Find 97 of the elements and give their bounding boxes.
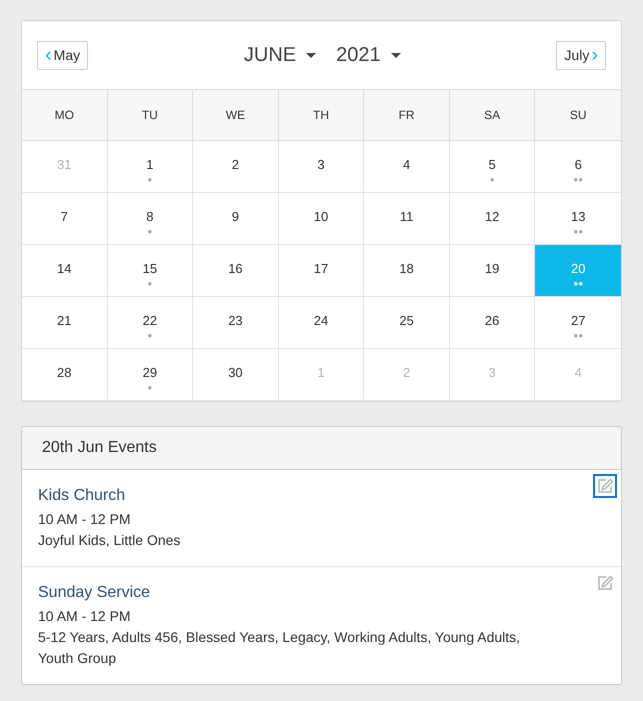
day-cell[interactable]: 14 — [22, 245, 108, 297]
day-number: 25 — [399, 313, 414, 329]
day-cell[interactable]: 27 ●● — [535, 297, 621, 349]
day-number: 15 — [142, 261, 158, 277]
weekday-header: TU — [108, 90, 194, 141]
day-cell[interactable]: 1 ● — [108, 141, 194, 193]
event-dots: ● — [147, 384, 152, 392]
day-cell[interactable]: 22 ● — [108, 297, 194, 349]
event-time: 10 AM - 12 PM — [38, 510, 132, 529]
day-number: 18 — [399, 261, 414, 277]
day-number: 12 — [484, 209, 500, 225]
caret-icon — [390, 52, 401, 58]
day-cell[interactable]: 12 — [450, 193, 536, 245]
day-number: 8 — [146, 209, 154, 225]
event-dots: ● — [147, 332, 152, 340]
day-number: 3 — [317, 157, 325, 173]
year-dropdown[interactable]: 2021 — [326, 40, 411, 70]
day-cell[interactable]: 30 — [193, 349, 279, 401]
day-number: 2 — [402, 365, 410, 381]
event-dots: ● — [147, 228, 152, 236]
day-cell[interactable]: 11 — [364, 193, 450, 245]
weekday-header: SA — [450, 90, 536, 141]
day-number: 31 — [57, 157, 72, 173]
day-number: 24 — [314, 313, 328, 329]
weekday-header: MO — [22, 90, 108, 141]
weekday-header: TH — [278, 90, 364, 141]
day-cell[interactable]: 25 — [364, 297, 450, 349]
day-number: 2 — [232, 157, 240, 173]
event-title: Sunday Service — [38, 583, 152, 603]
day-number: 30 — [228, 365, 243, 381]
day-number: 26 — [484, 313, 500, 329]
weekday-header: WE — [193, 90, 279, 141]
day-cell[interactable]: 7 — [22, 193, 108, 245]
edit-icon — [596, 478, 614, 494]
day-number: 1 — [317, 365, 325, 381]
day-cell[interactable]: 2 — [193, 141, 279, 193]
event-dots: ●● — [573, 280, 584, 288]
day-number: 7 — [60, 209, 68, 225]
event-dots: ● — [147, 176, 152, 184]
day-cell[interactable]: 28 — [22, 349, 108, 401]
day-cell[interactable]: 18 — [364, 245, 450, 297]
day-cell[interactable]: 6 ●● — [535, 141, 621, 193]
day-number: 9 — [232, 209, 240, 225]
day-number: 20 — [570, 261, 586, 277]
day-number: 17 — [314, 261, 328, 277]
day-number: 13 — [570, 209, 586, 225]
day-cell[interactable]: 15 ● — [108, 245, 194, 297]
event-dots: ● — [147, 280, 152, 288]
day-cell[interactable]: 9 — [193, 193, 279, 245]
day-cell[interactable]: 26 — [450, 297, 536, 349]
edit-icon — [596, 575, 614, 591]
day-cell[interactable]: 4 — [364, 141, 450, 193]
caret-icon — [306, 52, 316, 58]
day-number: 10 — [314, 209, 328, 225]
day-number: 21 — [57, 313, 72, 329]
day-cell[interactable]: 24 — [278, 297, 364, 349]
chevron-icon: › — [591, 45, 598, 65]
event-groups: 5-12 Years, Adults 456, Blessed Years, Legacy, Working Adults, Young Adults, Youth Group — [38, 627, 605, 669]
day-number: 5 — [488, 157, 496, 173]
event-dots: ●● — [573, 228, 584, 236]
event-groups: Joyful Kids, Little Ones — [38, 530, 605, 551]
event-title: Kids Church — [38, 486, 126, 506]
day-cell[interactable]: 10 — [278, 193, 364, 245]
next-month-button[interactable]: July› — [556, 40, 606, 70]
day-number: 23 — [228, 313, 243, 329]
weekday-header: FR — [364, 90, 450, 141]
day-number: 16 — [228, 261, 243, 277]
day-number: 1 — [146, 157, 154, 173]
day-number: 3 — [488, 365, 496, 381]
event-dots: ●● — [573, 332, 584, 340]
day-cell[interactable]: 3 — [278, 141, 364, 193]
day-number: 27 — [570, 313, 586, 329]
day-cell[interactable]: 8 ● — [108, 193, 194, 245]
event-dots: ●● — [573, 176, 584, 184]
day-number: 22 — [142, 313, 158, 329]
day-number: 19 — [484, 261, 500, 277]
events-header: 20th Jun Events — [22, 427, 621, 470]
day-cell[interactable]: 5 ● — [450, 141, 536, 193]
weekday-header: SU — [535, 90, 621, 141]
edit-button[interactable] — [593, 474, 617, 498]
day-number: 28 — [57, 365, 72, 381]
day-number: 14 — [57, 261, 72, 277]
chevron-icon: ‹ — [45, 45, 52, 65]
day-number: 6 — [574, 157, 582, 173]
day-cell[interactable]: 21 — [22, 297, 108, 349]
day-cell[interactable]: 16 — [193, 245, 279, 297]
day-number: 4 — [574, 365, 582, 381]
day-number: 4 — [402, 157, 410, 173]
day-cell[interactable]: 23 — [193, 297, 279, 349]
day-cell[interactable]: 17 — [278, 245, 364, 297]
day-number: 29 — [142, 365, 158, 381]
event-time: 10 AM - 12 PM — [38, 607, 132, 626]
month-dropdown[interactable]: JUNE — [234, 40, 326, 70]
day-number: 11 — [400, 209, 414, 225]
event-dots: ● — [490, 176, 495, 184]
day-cell[interactable]: 29 ● — [108, 349, 194, 401]
previous-month-button[interactable]: ‹May — [37, 40, 88, 70]
